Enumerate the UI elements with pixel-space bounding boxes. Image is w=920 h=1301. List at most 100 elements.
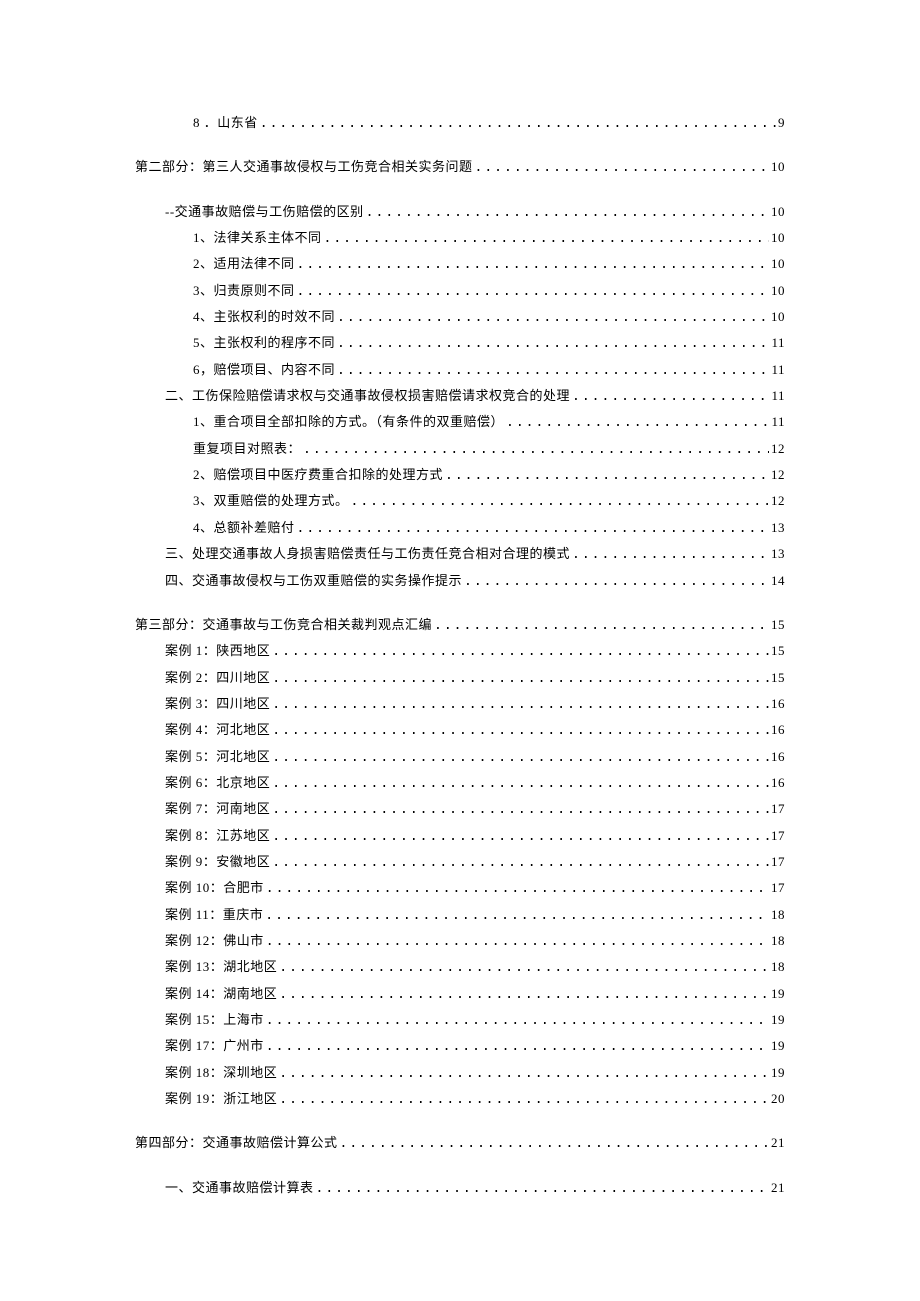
toc-entry: 二、工伤保险赔偿请求权与交通事故侵权损害赔偿请求权竞合的处理 11 (135, 383, 785, 409)
toc-entry-label: 重复项目对照表： (193, 436, 301, 461)
toc-entry-page: 10 (771, 278, 785, 303)
toc-entry-label: 案例 10：合肥市 (165, 875, 264, 900)
toc-entry-label: 3、归责原则不同 (193, 278, 295, 303)
toc-entry-label: 第四部分：交通事故赔偿计算公式 (135, 1130, 338, 1155)
toc-entry-page: 16 (771, 770, 785, 795)
toc-entry-page: 11 (771, 409, 785, 434)
toc-leader-dots (279, 955, 769, 980)
toc-entry-page: 13 (771, 541, 785, 566)
toc-leader-dots (337, 305, 769, 330)
toc-leader-dots (266, 929, 769, 954)
toc-entry-page: 14 (771, 568, 785, 593)
toc-entry: 案例 3：四川地区 16 (135, 691, 785, 717)
toc-leader-dots (340, 1131, 769, 1156)
toc-entry: 8 ．山东省 9 (135, 110, 785, 136)
toc-entry-label: 案例 1：陕西地区 (165, 638, 270, 663)
toc-leader-dots (351, 489, 769, 514)
toc-entry: 案例 11：重庆市18 (135, 902, 785, 928)
toc-entry: 案例 14：湖南地区 19 (135, 981, 785, 1007)
toc-leader-dots (445, 463, 769, 488)
toc-leader-dots (266, 876, 769, 901)
toc-entry-page: 17 (771, 823, 785, 848)
toc-leader-dots (337, 331, 769, 356)
toc-entry-page: 16 (771, 691, 785, 716)
toc-entry: 4、主张权利的时效不同10 (135, 304, 785, 330)
toc-entry-page: 11 (771, 383, 785, 408)
toc-entry-page: 9 (778, 110, 785, 135)
toc-entry-label: 案例 6：北京地区 (165, 770, 270, 795)
toc-entry-label: 1、重合项目全部扣除的方式。（有条件的双重赔偿） (193, 409, 504, 434)
toc-leader-dots (337, 358, 769, 383)
toc-entry-label: 1、法律关系主体不同 (193, 225, 322, 250)
toc-leader-dots (272, 824, 769, 849)
toc-entry: 案例 9：安徽地区17 (135, 849, 785, 875)
toc-leader-dots (316, 1176, 769, 1201)
toc-leader-dots (297, 516, 769, 541)
toc-entry-page: 16 (771, 744, 785, 769)
toc-entry-page: 19 (771, 1007, 785, 1032)
toc-entry: 三、处理交通事故人身损害赔偿责任与工伤责任竞合相对合理的模式 13 (135, 541, 785, 567)
toc-entry: 案例 5：河北地区 16 (135, 744, 785, 770)
toc-entry-label: 案例 17：广州市 (165, 1033, 264, 1058)
toc-entry: 案例 2：四川地区15 (135, 665, 785, 691)
toc-entry-label: 案例 3：四川地区 (165, 691, 270, 716)
toc-entry-label: 案例 5：河北地区 (165, 744, 270, 769)
toc-entry-label: 案例 11：重庆市 (165, 902, 263, 927)
toc-leader-dots (297, 279, 769, 304)
toc-entry-label: 8 ．山东省 (193, 110, 258, 135)
toc-entry-page: 10 (771, 154, 785, 179)
toc-entry: 四、交通事故侵权与工伤双重赔偿的实务操作提示14 (135, 568, 785, 594)
toc-entry: 案例 1：陕西地区 15 (135, 638, 785, 664)
toc-leader-dots (279, 1087, 769, 1112)
toc-entry-page: 10 (771, 199, 785, 224)
toc-entry: 6，赔偿项目、内容不同11 (135, 357, 785, 383)
toc-entry-label: 二、工伤保险赔偿请求权与交通事故侵权损害赔偿请求权竞合的处理 (165, 383, 570, 408)
toc-entry-label: 2、赔偿项目中医疗费重合扣除的处理方式 (193, 462, 443, 487)
toc-leader-dots (464, 569, 769, 594)
toc-entry-label: 案例 13：湖北地区 (165, 954, 277, 979)
table-of-contents: 8 ．山东省9第二部分：第三人交通事故侵权与工伤竞合相关实务问题10--交通事故… (135, 110, 785, 1201)
toc-entry-label: 案例 18：深圳地区 (165, 1060, 277, 1085)
toc-entry: 第四部分：交通事故赔偿计算公式 21 (135, 1130, 785, 1156)
toc-entry-label: 案例 15：上海市 (165, 1007, 264, 1032)
toc-entry-page: 16 (771, 717, 785, 742)
toc-leader-dots (297, 252, 769, 277)
toc-entry-label: 三、处理交通事故人身损害赔偿责任与工伤责任竞合相对合理的模式 (165, 541, 570, 566)
toc-entry: 案例 12：佛山市18 (135, 928, 785, 954)
toc-leader-dots (272, 639, 769, 664)
toc-entry: 第三部分：交通事故与工伤竞合相关裁判观点汇编15 (135, 612, 785, 638)
toc-leader-dots (272, 692, 769, 717)
toc-entry: 5、主张权利的程序不同11 (135, 330, 785, 356)
toc-entry: 案例 4：河北地区16 (135, 717, 785, 743)
toc-entry-page: 11 (771, 330, 785, 355)
toc-entry-page: 17 (771, 849, 785, 874)
toc-leader-dots (279, 1061, 769, 1086)
toc-entry-page: 15 (771, 665, 785, 690)
toc-leader-dots (272, 797, 769, 822)
toc-entry-label: 案例 14：湖南地区 (165, 981, 277, 1006)
toc-entry-label: 4、主张权利的时效不同 (193, 304, 335, 329)
toc-entry: 3、归责原则不同 10 (135, 278, 785, 304)
toc-entry-label: 2、适用法律不同 (193, 251, 295, 276)
toc-entry-label: 一、交通事故赔偿计算表 (165, 1175, 314, 1200)
toc-entry: 1、法律关系主体不同 10 (135, 225, 785, 251)
toc-leader-dots (272, 850, 769, 875)
toc-entry-page: 19 (771, 981, 785, 1006)
toc-leader-dots (475, 155, 769, 180)
toc-entry-page: 20 (771, 1086, 785, 1111)
toc-entry: 案例 18：深圳地区19 (135, 1060, 785, 1086)
toc-entry-page: 15 (771, 638, 785, 663)
toc-entry-page: 10 (771, 251, 785, 276)
toc-entry: 1、重合项目全部扣除的方式。（有条件的双重赔偿） 11 (135, 409, 785, 435)
toc-leader-dots (272, 718, 769, 743)
toc-entry: 案例 15：上海市 19 (135, 1007, 785, 1033)
toc-entry-page: 18 (771, 954, 785, 979)
toc-entry-page: 10 (771, 225, 785, 250)
toc-entry: 案例 19：浙江地区20 (135, 1086, 785, 1112)
toc-entry-page: 12 (771, 436, 785, 461)
toc-entry-page: 17 (771, 875, 785, 900)
toc-leader-dots (572, 542, 769, 567)
toc-entry: 2、赔偿项目中医疗费重合扣除的处理方式12 (135, 462, 785, 488)
toc-entry-label: 案例 8：江苏地区 (165, 823, 270, 848)
toc-entry-page: 21 (771, 1130, 785, 1155)
